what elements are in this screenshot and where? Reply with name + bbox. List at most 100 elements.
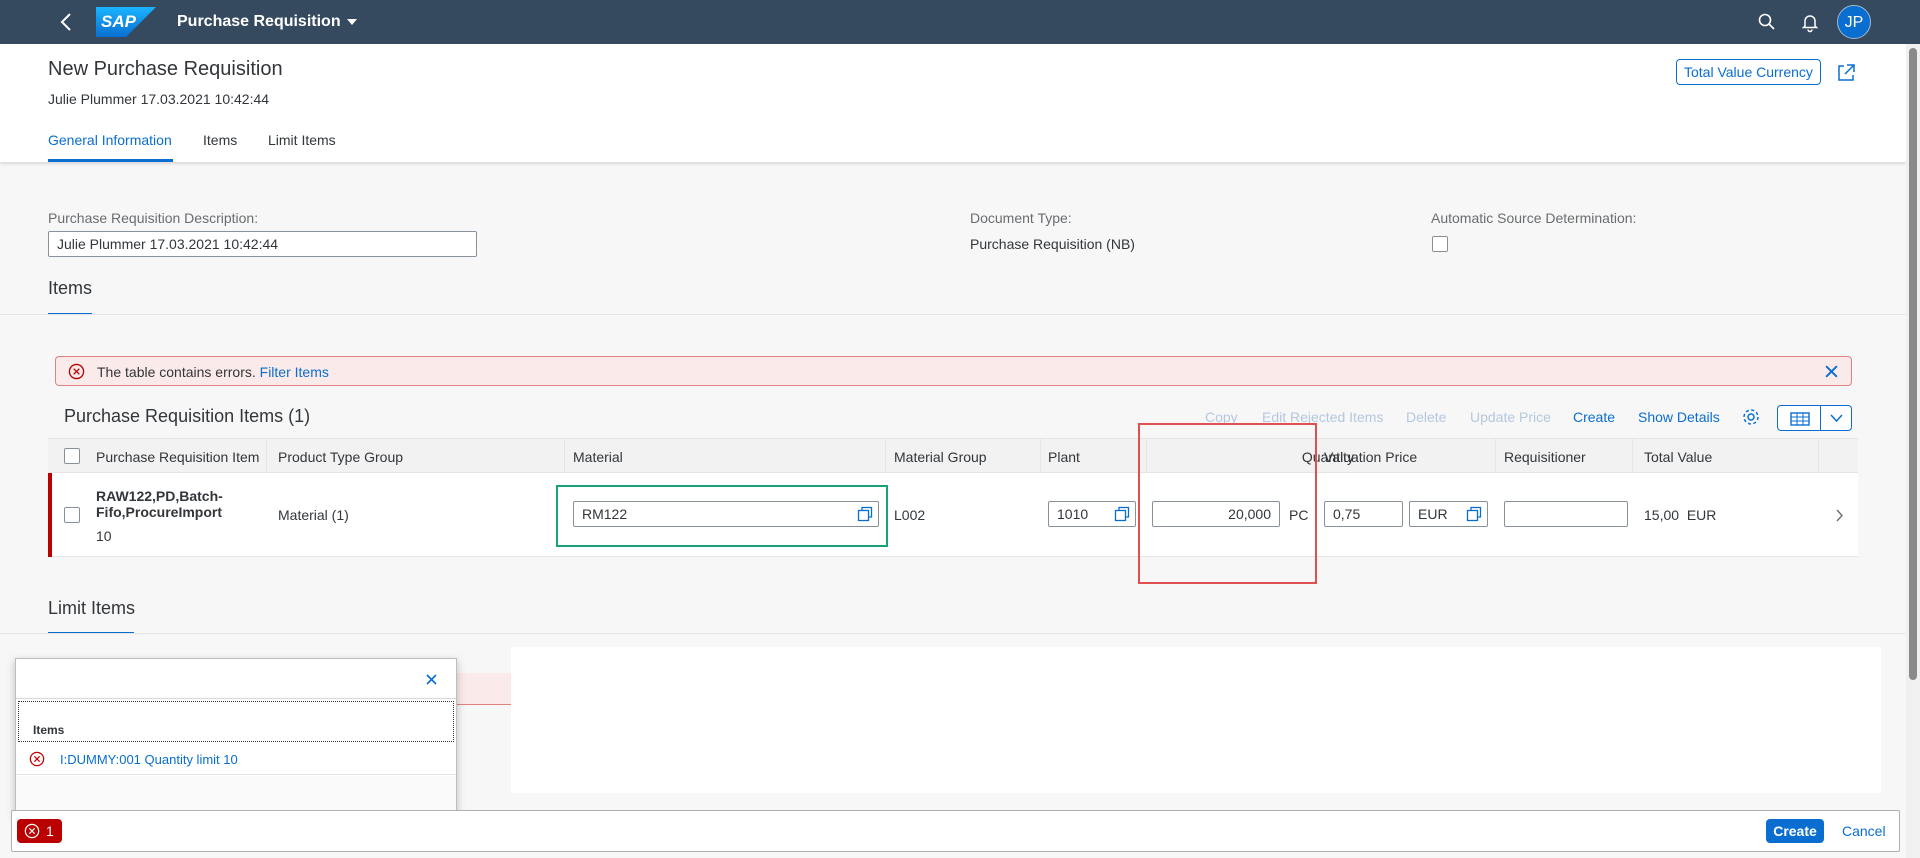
page-scrollbar[interactable] xyxy=(1906,44,1920,858)
popover-header xyxy=(16,659,456,699)
popover-group-title: Items xyxy=(33,723,65,737)
pr-item-name-line1: RAW122,PD,Batch- xyxy=(96,488,223,504)
material-group-value: L002 xyxy=(894,507,926,523)
popover-message-link[interactable]: I:DUMMY:001 Quantity limit 10 xyxy=(60,752,238,767)
total-value: 15,00 EUR xyxy=(1644,507,1716,523)
message-popover: Items I:DUMMY:001 Quantity limit 10 xyxy=(15,658,457,818)
requisitioner-input[interactable] xyxy=(1504,501,1628,527)
show-details-button[interactable]: Show Details xyxy=(1638,409,1720,425)
limit-items-table xyxy=(511,647,1881,793)
object-page-header: New Purchase Requisition Julie Plummer 1… xyxy=(0,44,1906,162)
user-avatar[interactable]: JP xyxy=(1837,5,1871,39)
caret-down-icon xyxy=(346,18,357,25)
delete-button[interactable]: Delete xyxy=(1406,409,1446,425)
table-header: Purchase Requisition Item Product Type G… xyxy=(48,438,1858,473)
error-message-main: The table contains errors. xyxy=(97,364,256,380)
col-header-plant[interactable]: Plant xyxy=(1048,449,1080,465)
create-button[interactable]: Create xyxy=(1766,819,1824,843)
footer-toolbar: 1 Create Cancel xyxy=(11,810,1900,852)
table-row[interactable]: RAW122,PD,Batch- Fifo,ProcureImport 10 Ma… xyxy=(48,473,1858,557)
value-help-icon[interactable] xyxy=(1114,506,1130,522)
message-count-button[interactable]: 1 xyxy=(17,819,62,843)
column-separator xyxy=(1040,439,1041,473)
error-circle-icon xyxy=(29,751,45,767)
table-title: Purchase Requisition Items (1) xyxy=(64,406,311,426)
error-message-text: The table contains errors. Filter Items xyxy=(97,364,329,380)
pr-description-label: Purchase Requisition Description: xyxy=(48,210,259,226)
popover-message-item[interactable]: I:DUMMY:001 Quantity limit 10 xyxy=(16,743,456,775)
share-icon[interactable] xyxy=(1835,62,1857,84)
col-header-requisitioner[interactable]: Requisitioner xyxy=(1504,449,1586,465)
message-count: 1 xyxy=(46,823,54,839)
column-separator xyxy=(1818,439,1819,473)
auto-source-checkbox[interactable] xyxy=(1432,236,1448,252)
search-icon[interactable] xyxy=(1756,11,1778,33)
update-price-button[interactable]: Update Price xyxy=(1470,409,1551,425)
shell-bar: SAP Purchase Requisition JP xyxy=(0,0,1920,44)
app-title-menu[interactable]: Purchase Requisition xyxy=(177,13,357,31)
column-separator xyxy=(1632,439,1633,473)
total-value-currency-button[interactable]: Total Value Currency xyxy=(1676,59,1821,85)
pr-description-input[interactable]: Julie Plummer 17.03.2021 10:42:44 xyxy=(48,231,477,257)
sap-logo-text: SAP xyxy=(101,12,136,31)
col-header-total-value[interactable]: Total Value xyxy=(1644,449,1712,465)
export-button[interactable] xyxy=(1777,405,1821,431)
filter-items-link[interactable]: Filter Items xyxy=(260,364,329,380)
pr-item-name-line2: Fifo,ProcureImport xyxy=(96,504,223,520)
pr-item-name: RAW122,PD,Batch- Fifo,ProcureImport xyxy=(96,488,223,520)
app-title: Purchase Requisition xyxy=(177,13,341,30)
row-error-indicator xyxy=(48,473,52,557)
col-header-material-group[interactable]: Material Group xyxy=(894,449,987,465)
col-header-material[interactable]: Material xyxy=(573,449,623,465)
col-header-valuation-price[interactable]: Valuation Price xyxy=(1324,449,1417,465)
section-divider xyxy=(0,633,1906,634)
tab-selected-indicator xyxy=(48,159,173,162)
column-separator xyxy=(564,439,565,473)
currency-input[interactable]: EUR xyxy=(1409,501,1488,527)
chevron-down-icon xyxy=(1830,414,1843,423)
notifications-bell-icon[interactable] xyxy=(1799,11,1821,33)
column-separator xyxy=(885,439,886,473)
plant-input[interactable]: 1010 xyxy=(1048,501,1136,527)
document-type-label: Document Type: xyxy=(970,210,1072,226)
export-spreadsheet-icon xyxy=(1790,412,1810,426)
page-subtitle: Julie Plummer 17.03.2021 10:42:44 xyxy=(48,91,270,107)
error-circle-icon xyxy=(24,823,40,839)
export-menu-button[interactable] xyxy=(1820,405,1852,431)
auto-source-label: Automatic Source Determination: xyxy=(1431,210,1637,226)
tab-limit-items[interactable]: Limit Items xyxy=(268,132,336,148)
document-type-value: Purchase Requisition (NB) xyxy=(970,236,1135,252)
pr-item-number: 10 xyxy=(96,528,112,544)
settings-gear-icon[interactable] xyxy=(1741,407,1761,427)
close-icon[interactable] xyxy=(426,674,437,685)
product-type-group-value: Material (1) xyxy=(278,507,349,523)
cancel-button[interactable]: Cancel xyxy=(1842,823,1886,839)
items-section-title: Items xyxy=(48,278,93,298)
tab-items[interactable]: Items xyxy=(203,132,237,148)
quantity-highlight-annotation xyxy=(1138,423,1317,584)
valuation-price-input[interactable]: 0,75 xyxy=(1324,501,1403,527)
column-separator xyxy=(266,439,267,473)
select-all-checkbox[interactable] xyxy=(64,448,80,464)
popover-group-header[interactable]: Items xyxy=(18,701,454,742)
col-header-product-type-group[interactable]: Product Type Group xyxy=(278,449,403,465)
limit-items-section-title: Limit Items xyxy=(48,598,136,618)
row-navigation-chevron-icon[interactable] xyxy=(1835,509,1844,522)
scrollbar-thumb[interactable] xyxy=(1909,48,1917,680)
column-separator xyxy=(1495,439,1496,473)
plant-input-value: 1010 xyxy=(1057,506,1089,522)
material-highlight-annotation xyxy=(556,485,888,547)
row-select-checkbox[interactable] xyxy=(64,507,80,523)
error-message-strip: The table contains errors. Filter Items xyxy=(55,356,1852,386)
section-divider xyxy=(0,314,1906,315)
total-value-amount: 15,00 xyxy=(1644,507,1680,523)
col-header-pr-item[interactable]: Purchase Requisition Item xyxy=(96,449,259,465)
error-circle-icon xyxy=(68,363,85,380)
back-arrow-icon[interactable] xyxy=(55,10,79,34)
tab-general-information[interactable]: General Information xyxy=(48,132,172,148)
value-help-icon[interactable] xyxy=(1466,506,1482,522)
limit-items-message-strip xyxy=(457,673,511,705)
page-title: New Purchase Requisition xyxy=(48,58,283,80)
close-icon[interactable] xyxy=(1824,364,1839,379)
create-item-button[interactable]: Create xyxy=(1573,409,1615,425)
